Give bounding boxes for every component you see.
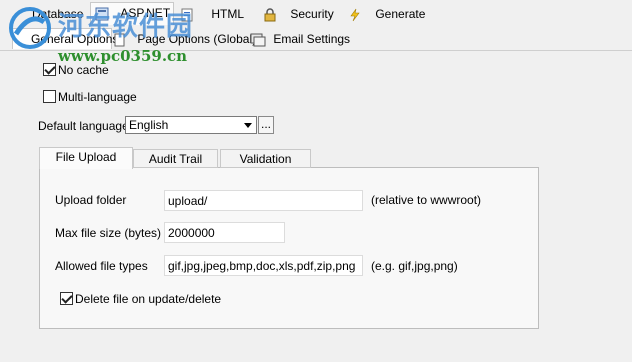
upload-folder-input[interactable]: upload/ xyxy=(164,190,363,211)
lightning-icon xyxy=(350,8,360,22)
tab-email-settings-label: Email Settings xyxy=(273,32,351,46)
default-language-label: Default language xyxy=(38,119,129,133)
allowed-types-label: Allowed file types xyxy=(55,259,148,273)
max-size-label: Max file size (bytes) xyxy=(55,226,162,240)
default-language-select[interactable]: English xyxy=(125,116,257,134)
allowed-types-hint: (e.g. gif,jpg,png) xyxy=(371,259,458,273)
default-language-value: English xyxy=(129,118,169,132)
watermark-title: 河东软件园 xyxy=(58,12,194,42)
multi-language-checkbox[interactable] xyxy=(43,90,56,103)
multi-language-label: Multi-language xyxy=(58,90,137,104)
tab-validation[interactable]: Validation xyxy=(220,149,311,168)
tab-generate-label: Generate xyxy=(375,7,426,21)
language-browse-button[interactable]: ... xyxy=(258,116,274,134)
tab-html-label: HTML xyxy=(211,7,245,21)
upload-folder-label: Upload folder xyxy=(55,193,127,207)
delete-file-checkbox[interactable] xyxy=(60,292,73,305)
tab-audit-trail[interactable]: Audit Trail xyxy=(133,149,218,168)
lock-icon xyxy=(264,8,276,22)
tab-generate[interactable]: Generate xyxy=(348,4,425,24)
no-cache-checkbox[interactable] xyxy=(43,63,56,76)
chevron-down-icon xyxy=(244,123,252,128)
tab-security[interactable]: Security xyxy=(263,4,334,24)
upload-folder-hint: (relative to wwwroot) xyxy=(371,193,482,207)
watermark-logo-icon xyxy=(9,7,51,49)
allowed-types-input[interactable]: gif,jpg,jpeg,bmp,doc,xls,pdf,zip,png xyxy=(164,255,363,276)
tab-security-label: Security xyxy=(290,7,334,21)
no-cache-label: No cache xyxy=(58,63,109,77)
email-icon xyxy=(250,33,266,47)
max-size-input[interactable]: 2000000 xyxy=(164,222,285,243)
delete-file-label: Delete file on update/delete xyxy=(75,292,222,306)
tab-file-upload[interactable]: File Upload xyxy=(39,147,133,169)
file-upload-panel: Upload folder upload/ (relative to wwwro… xyxy=(39,167,539,329)
tab-email-settings[interactable]: Email Settings xyxy=(250,29,350,49)
